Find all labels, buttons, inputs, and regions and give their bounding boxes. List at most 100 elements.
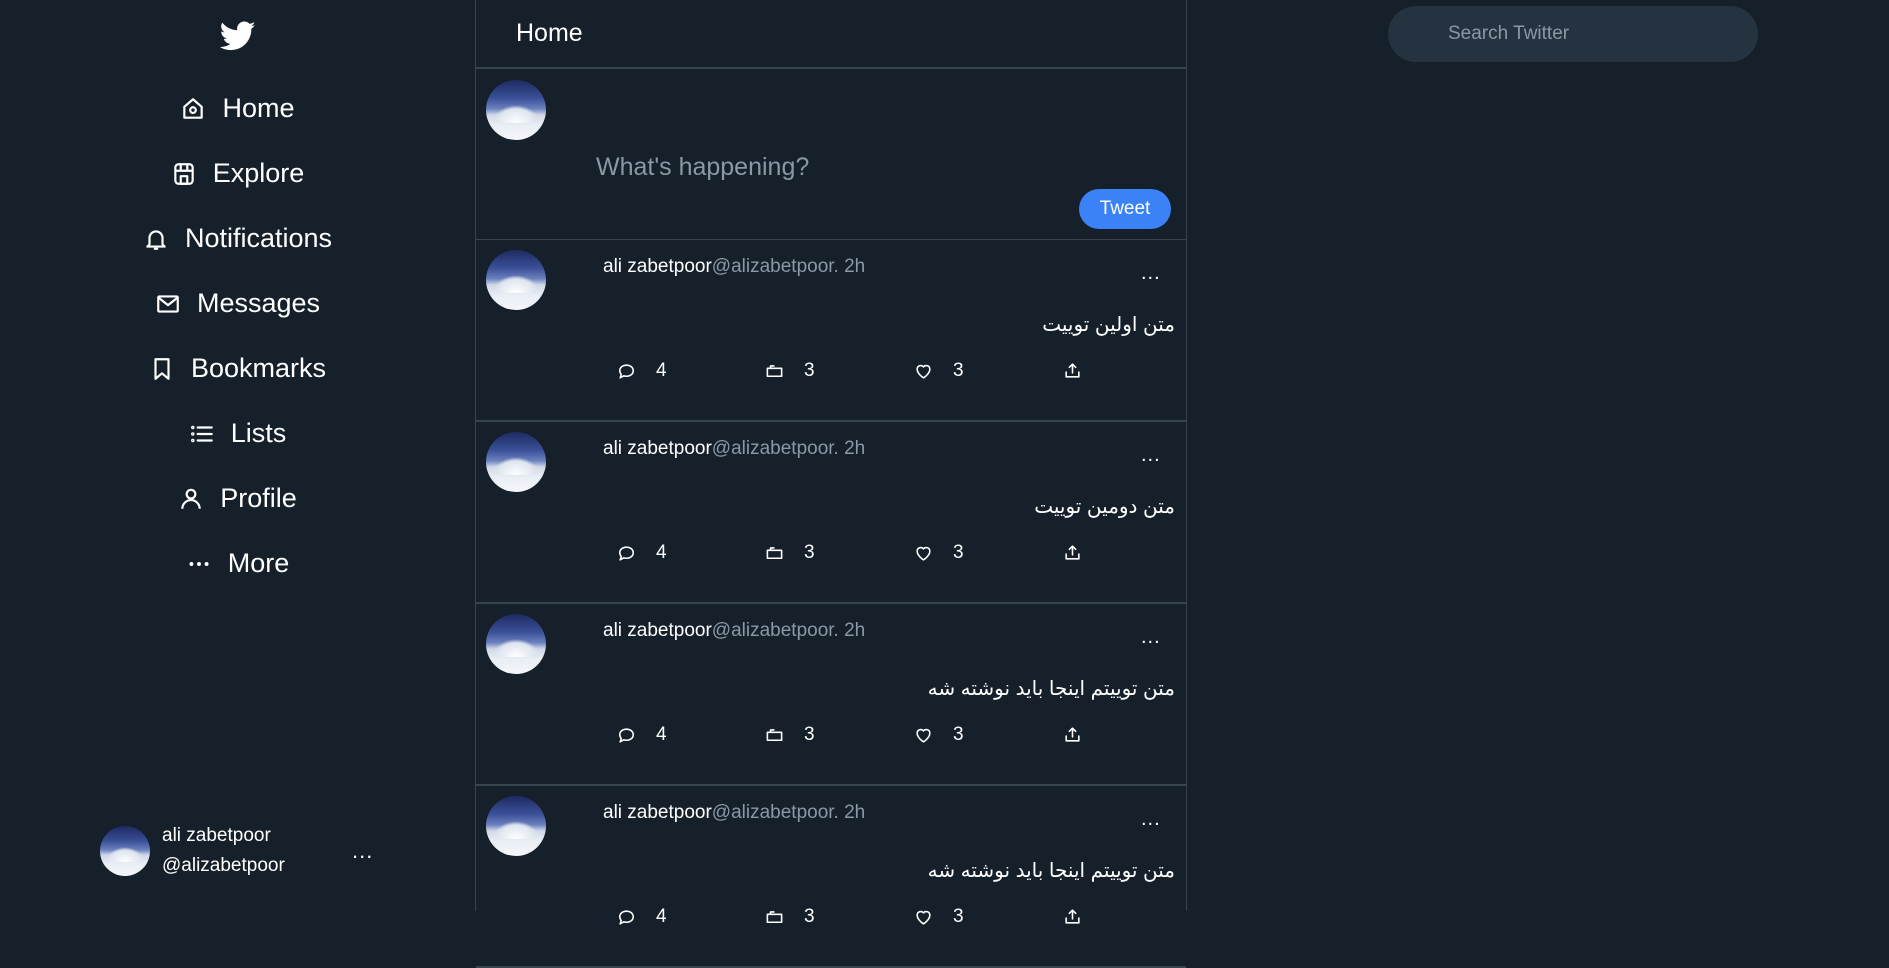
tweet-more-button[interactable]: ... xyxy=(1141,808,1161,831)
tweet-author-name[interactable]: ali zabetpoor xyxy=(603,438,712,459)
tweet-actions: 4 3 3 xyxy=(616,906,1156,934)
tweet-meta: ali zabetpoor@alizabetpoor. 2h xyxy=(603,256,865,278)
retweet-button[interactable]: 3 xyxy=(764,724,815,746)
share-icon xyxy=(1062,906,1082,926)
retweet-icon xyxy=(764,543,784,563)
account-more-button[interactable]: ... xyxy=(352,838,373,864)
retweet-icon xyxy=(764,361,784,381)
nav-label: Lists xyxy=(230,418,287,448)
tweet-more-button[interactable]: ... xyxy=(1141,262,1161,285)
more-dots-icon xyxy=(186,551,212,577)
nav-item-lists[interactable]: Lists xyxy=(0,401,475,466)
main-nav: Home Explore Notifications Messages Book… xyxy=(0,76,475,596)
avatar[interactable] xyxy=(486,614,546,674)
comment-icon xyxy=(616,361,636,381)
share-icon xyxy=(1062,724,1082,744)
nav-item-bookmarks[interactable]: Bookmarks xyxy=(0,336,475,401)
tweet-more-button[interactable]: ... xyxy=(1141,626,1161,649)
tweet-text: متن توییتم اینجا باید نوشته شه xyxy=(927,860,1175,882)
tweet-handle-time: @alizabetpoor. 2h xyxy=(711,256,866,277)
heart-icon xyxy=(913,543,933,563)
like-button[interactable]: 3 xyxy=(913,360,964,382)
tweet[interactable]: ali zabetpoor@alizabetpoor. 2h ... متن ت… xyxy=(476,604,1186,786)
account-names: ali zabetpoor @alizabetpoor xyxy=(162,821,285,881)
tweet-button[interactable]: Tweet xyxy=(1079,189,1171,229)
like-count: 3 xyxy=(953,906,964,927)
mail-icon xyxy=(155,291,181,317)
avatar[interactable] xyxy=(486,432,546,492)
nav-item-profile[interactable]: Profile xyxy=(0,466,475,531)
person-icon xyxy=(178,486,204,512)
account-handle: @alizabetpoor xyxy=(162,855,285,876)
search-input[interactable] xyxy=(1446,22,1740,46)
like-count: 3 xyxy=(953,724,964,745)
retweet-count: 3 xyxy=(804,542,815,563)
nav-label: Bookmarks xyxy=(190,353,327,383)
reply-count: 4 xyxy=(656,724,667,745)
home-icon xyxy=(180,96,206,122)
tweet[interactable]: ali zabetpoor@alizabetpoor. 2h ... متن د… xyxy=(476,422,1186,604)
bell-icon xyxy=(143,226,169,252)
tweet[interactable]: ali zabetpoor@alizabetpoor. 2h ... متن ت… xyxy=(476,786,1186,968)
nav-item-explore[interactable]: Explore xyxy=(0,141,475,206)
reply-count: 4 xyxy=(656,906,667,927)
retweet-count: 3 xyxy=(804,906,815,927)
retweet-button[interactable]: 3 xyxy=(764,360,815,382)
tweet-actions: 4 3 3 xyxy=(616,360,1156,388)
tweet-more-button[interactable]: ... xyxy=(1141,444,1161,467)
reply-count: 4 xyxy=(656,542,667,563)
tweet-author-name[interactable]: ali zabetpoor xyxy=(603,256,712,277)
retweet-icon xyxy=(764,907,784,927)
share-button[interactable] xyxy=(1062,542,1082,562)
nav-item-notifications[interactable]: Notifications xyxy=(0,206,475,271)
like-count: 3 xyxy=(953,542,964,563)
nav-label: Home xyxy=(222,93,295,123)
reply-button[interactable]: 4 xyxy=(616,542,667,564)
avatar[interactable] xyxy=(486,796,546,856)
avatar[interactable] xyxy=(486,250,546,310)
like-button[interactable]: 3 xyxy=(913,724,964,746)
search-box[interactable] xyxy=(1388,6,1758,62)
compose-input[interactable] xyxy=(596,153,1156,223)
nav-label: Messages xyxy=(196,288,321,318)
reply-button[interactable]: 4 xyxy=(616,724,667,746)
account-name: ali zabetpoor xyxy=(162,825,271,846)
share-icon xyxy=(1062,360,1082,380)
share-button[interactable] xyxy=(1062,724,1082,744)
tweet-text: متن اولین توییت xyxy=(1042,314,1175,336)
account-switcher[interactable]: ali zabetpoor @alizabetpoor ... xyxy=(100,818,390,884)
retweet-count: 3 xyxy=(804,724,815,745)
avatar xyxy=(100,826,150,876)
share-icon xyxy=(1062,542,1082,562)
like-button[interactable]: 3 xyxy=(913,542,964,564)
twitter-bird-icon[interactable] xyxy=(219,18,256,54)
comment-icon xyxy=(616,725,636,745)
tweet-text: متن توییتم اینجا باید نوشته شه xyxy=(927,678,1175,700)
retweet-button[interactable]: 3 xyxy=(764,906,815,928)
retweet-button[interactable]: 3 xyxy=(764,542,815,564)
tweet-meta: ali zabetpoor@alizabetpoor. 2h xyxy=(603,438,865,460)
heart-icon xyxy=(913,361,933,381)
tweet-author-name[interactable]: ali zabetpoor xyxy=(603,620,712,641)
page-title: Home xyxy=(516,19,583,47)
reply-button[interactable]: 4 xyxy=(616,906,667,928)
nav-item-home[interactable]: Home xyxy=(0,76,475,141)
tweet-author-name[interactable]: ali zabetpoor xyxy=(603,802,712,823)
avatar xyxy=(486,80,546,140)
share-button[interactable] xyxy=(1062,360,1082,380)
nav-label: Profile xyxy=(220,483,297,513)
nav-item-more[interactable]: More xyxy=(0,531,475,596)
like-button[interactable]: 3 xyxy=(913,906,964,928)
share-button[interactable] xyxy=(1062,906,1082,926)
tweet-handle-time: @alizabetpoor. 2h xyxy=(711,438,866,459)
reply-button[interactable]: 4 xyxy=(616,360,667,382)
nav-item-messages[interactable]: Messages xyxy=(0,271,475,336)
heart-icon xyxy=(913,725,933,745)
list-icon xyxy=(189,421,215,447)
tweet-meta: ali zabetpoor@alizabetpoor. 2h xyxy=(603,802,865,824)
timeline-header: Home xyxy=(476,0,1186,69)
tweet-handle-time: @alizabetpoor. 2h xyxy=(711,802,866,823)
reply-count: 4 xyxy=(656,360,667,381)
bookmark-icon xyxy=(149,356,175,382)
tweet[interactable]: ali zabetpoor@alizabetpoor. 2h ... متن ا… xyxy=(476,240,1186,422)
